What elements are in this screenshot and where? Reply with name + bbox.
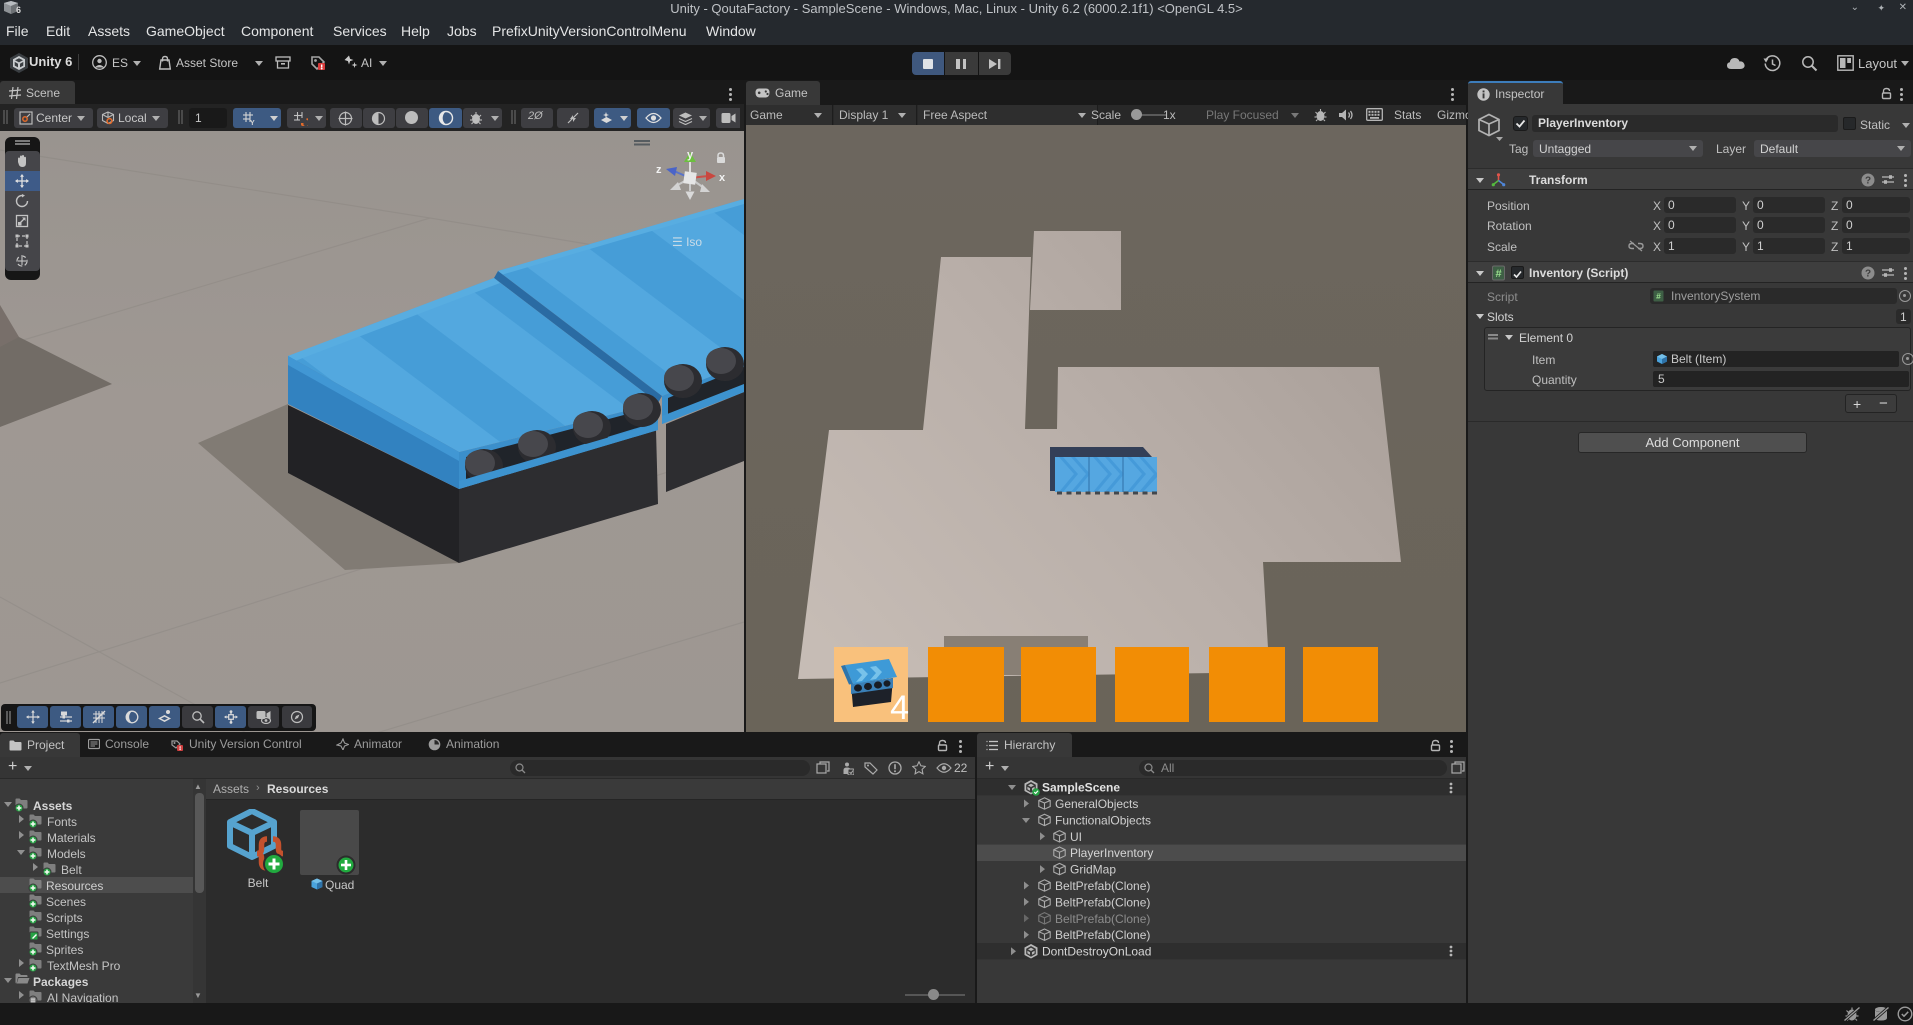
svg-text:?: ? (1865, 176, 1871, 187)
svg-text:Belt: Belt (61, 863, 82, 877)
svg-text:Settings: Settings (46, 927, 89, 941)
svg-text:4: 4 (890, 689, 909, 727)
svg-text:Packages: Packages (33, 975, 89, 989)
svg-text:DontDestroyOnLoad: DontDestroyOnLoad (1042, 945, 1151, 959)
svg-text:?: ? (1865, 269, 1871, 280)
svg-text:Sprites: Sprites (46, 943, 83, 957)
svg-text:#: # (1495, 268, 1501, 280)
svg-text:PlayerInventory: PlayerInventory (1070, 846, 1153, 860)
svg-text:6: 6 (16, 5, 21, 15)
svg-text:UI: UI (1070, 830, 1082, 844)
svg-text:#: # (1656, 291, 1661, 301)
svg-text:BeltPrefab(Clone): BeltPrefab(Clone) (1055, 895, 1150, 909)
svg-text:Materials: Materials (47, 831, 96, 845)
svg-text:TextMesh Pro: TextMesh Pro (47, 959, 121, 973)
svg-text:BeltPrefab(Clone): BeltPrefab(Clone) (1055, 912, 1150, 926)
svg-text:GridMap: GridMap (1070, 863, 1116, 877)
svg-text:x: x (719, 172, 726, 184)
svg-text:Models: Models (47, 847, 86, 861)
svg-text:Scenes: Scenes (46, 895, 86, 909)
svg-text:y: y (687, 149, 694, 161)
svg-text:BeltPrefab(Clone): BeltPrefab(Clone) (1055, 879, 1150, 893)
svg-text:FunctionalObjects: FunctionalObjects (1055, 813, 1151, 827)
svg-text:Assets: Assets (33, 799, 73, 813)
svg-text:Resources: Resources (46, 879, 103, 893)
svg-text:AI Navigation: AI Navigation (47, 991, 118, 1003)
svg-text:SampleScene: SampleScene (1042, 781, 1120, 795)
svg-text:Fonts: Fonts (47, 815, 77, 829)
svg-text:BeltPrefab(Clone): BeltPrefab(Clone) (1055, 928, 1150, 942)
svg-text:GeneralObjects: GeneralObjects (1055, 797, 1138, 811)
svg-text:Scripts: Scripts (46, 911, 83, 925)
svg-text:z: z (656, 164, 662, 176)
svg-text:Y: Y (250, 120, 255, 126)
